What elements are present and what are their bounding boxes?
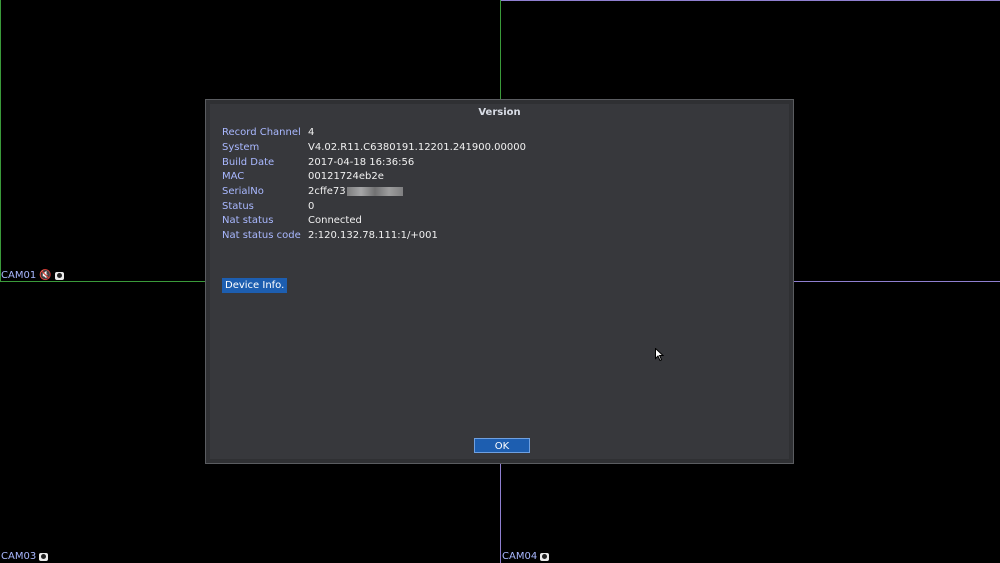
cam-label-1[interactable]: CAM01 🔇 xyxy=(1,270,64,281)
cam-label-3[interactable]: CAM03 xyxy=(1,551,49,562)
speaker-muted-icon: 🔇 xyxy=(39,269,52,281)
record-icon xyxy=(54,271,64,280)
info-row-system: System V4.02.R11.C6380191.12201.241900.0… xyxy=(222,141,526,155)
info-value: 2017-04-18 16:36:56 xyxy=(308,157,415,168)
info-value: 00121724eb2e xyxy=(308,171,384,182)
serial-value-text: 2cffe73 xyxy=(308,186,346,197)
ok-button[interactable]: OK xyxy=(474,438,530,453)
grid-line-vertical-bottom xyxy=(500,464,501,563)
device-info-button[interactable]: Device Info. xyxy=(222,278,288,293)
cam-label-text: CAM04 xyxy=(502,551,538,562)
cam-label-text: CAM03 xyxy=(1,551,37,562)
grid-line-top-right xyxy=(501,0,1000,1)
info-label: Status xyxy=(222,201,254,212)
mouse-cursor-icon xyxy=(655,348,664,361)
info-row-record-channel: Record Channel 4 xyxy=(222,126,314,140)
cam-label-4[interactable]: CAM04 xyxy=(502,551,550,562)
info-label: SerialNo xyxy=(222,186,264,197)
info-row-status: Status 0 xyxy=(222,200,314,214)
info-label: Nat status xyxy=(222,215,274,226)
info-value: V4.02.R11.C6380191.12201.241900.00000 xyxy=(308,142,526,153)
info-label: Nat status code xyxy=(222,230,301,241)
info-row-serial-no: SerialNo 2cffe73 xyxy=(222,185,403,199)
info-value: 2cffe73 xyxy=(308,185,403,199)
grid-line-left-top xyxy=(0,0,1,281)
grid-line-horizontal-left xyxy=(0,281,205,282)
record-icon xyxy=(540,552,550,561)
dialog-title: Version xyxy=(478,107,521,118)
info-label: Record Channel xyxy=(222,127,301,138)
grid-line-vertical-top xyxy=(500,0,501,99)
info-label: System xyxy=(222,142,260,153)
grid-line-horizontal-right xyxy=(794,281,1000,282)
record-icon xyxy=(39,552,49,561)
info-value: 2:120.132.78.111:1/+001 xyxy=(308,230,438,241)
info-value: Connected xyxy=(308,215,362,226)
version-dialog-body: Version Record Channel 4 System V4.02.R1… xyxy=(210,104,789,459)
redacted-serial-blur xyxy=(346,186,403,196)
info-value: 0 xyxy=(308,201,315,212)
info-label: MAC xyxy=(222,171,245,182)
version-dialog: Version Record Channel 4 System V4.02.R1… xyxy=(205,99,794,464)
info-row-nat-status-code: Nat status code 2:120.132.78.111:1/+001 xyxy=(222,229,438,243)
info-row-nat-status: Nat status Connected xyxy=(222,214,362,228)
info-label: Build Date xyxy=(222,157,275,168)
info-row-build-date: Build Date 2017-04-18 16:36:56 xyxy=(222,156,414,170)
cam-label-text: CAM01 xyxy=(1,270,37,281)
info-row-mac: MAC 00121724eb2e xyxy=(222,170,384,184)
info-value: 4 xyxy=(308,127,315,138)
